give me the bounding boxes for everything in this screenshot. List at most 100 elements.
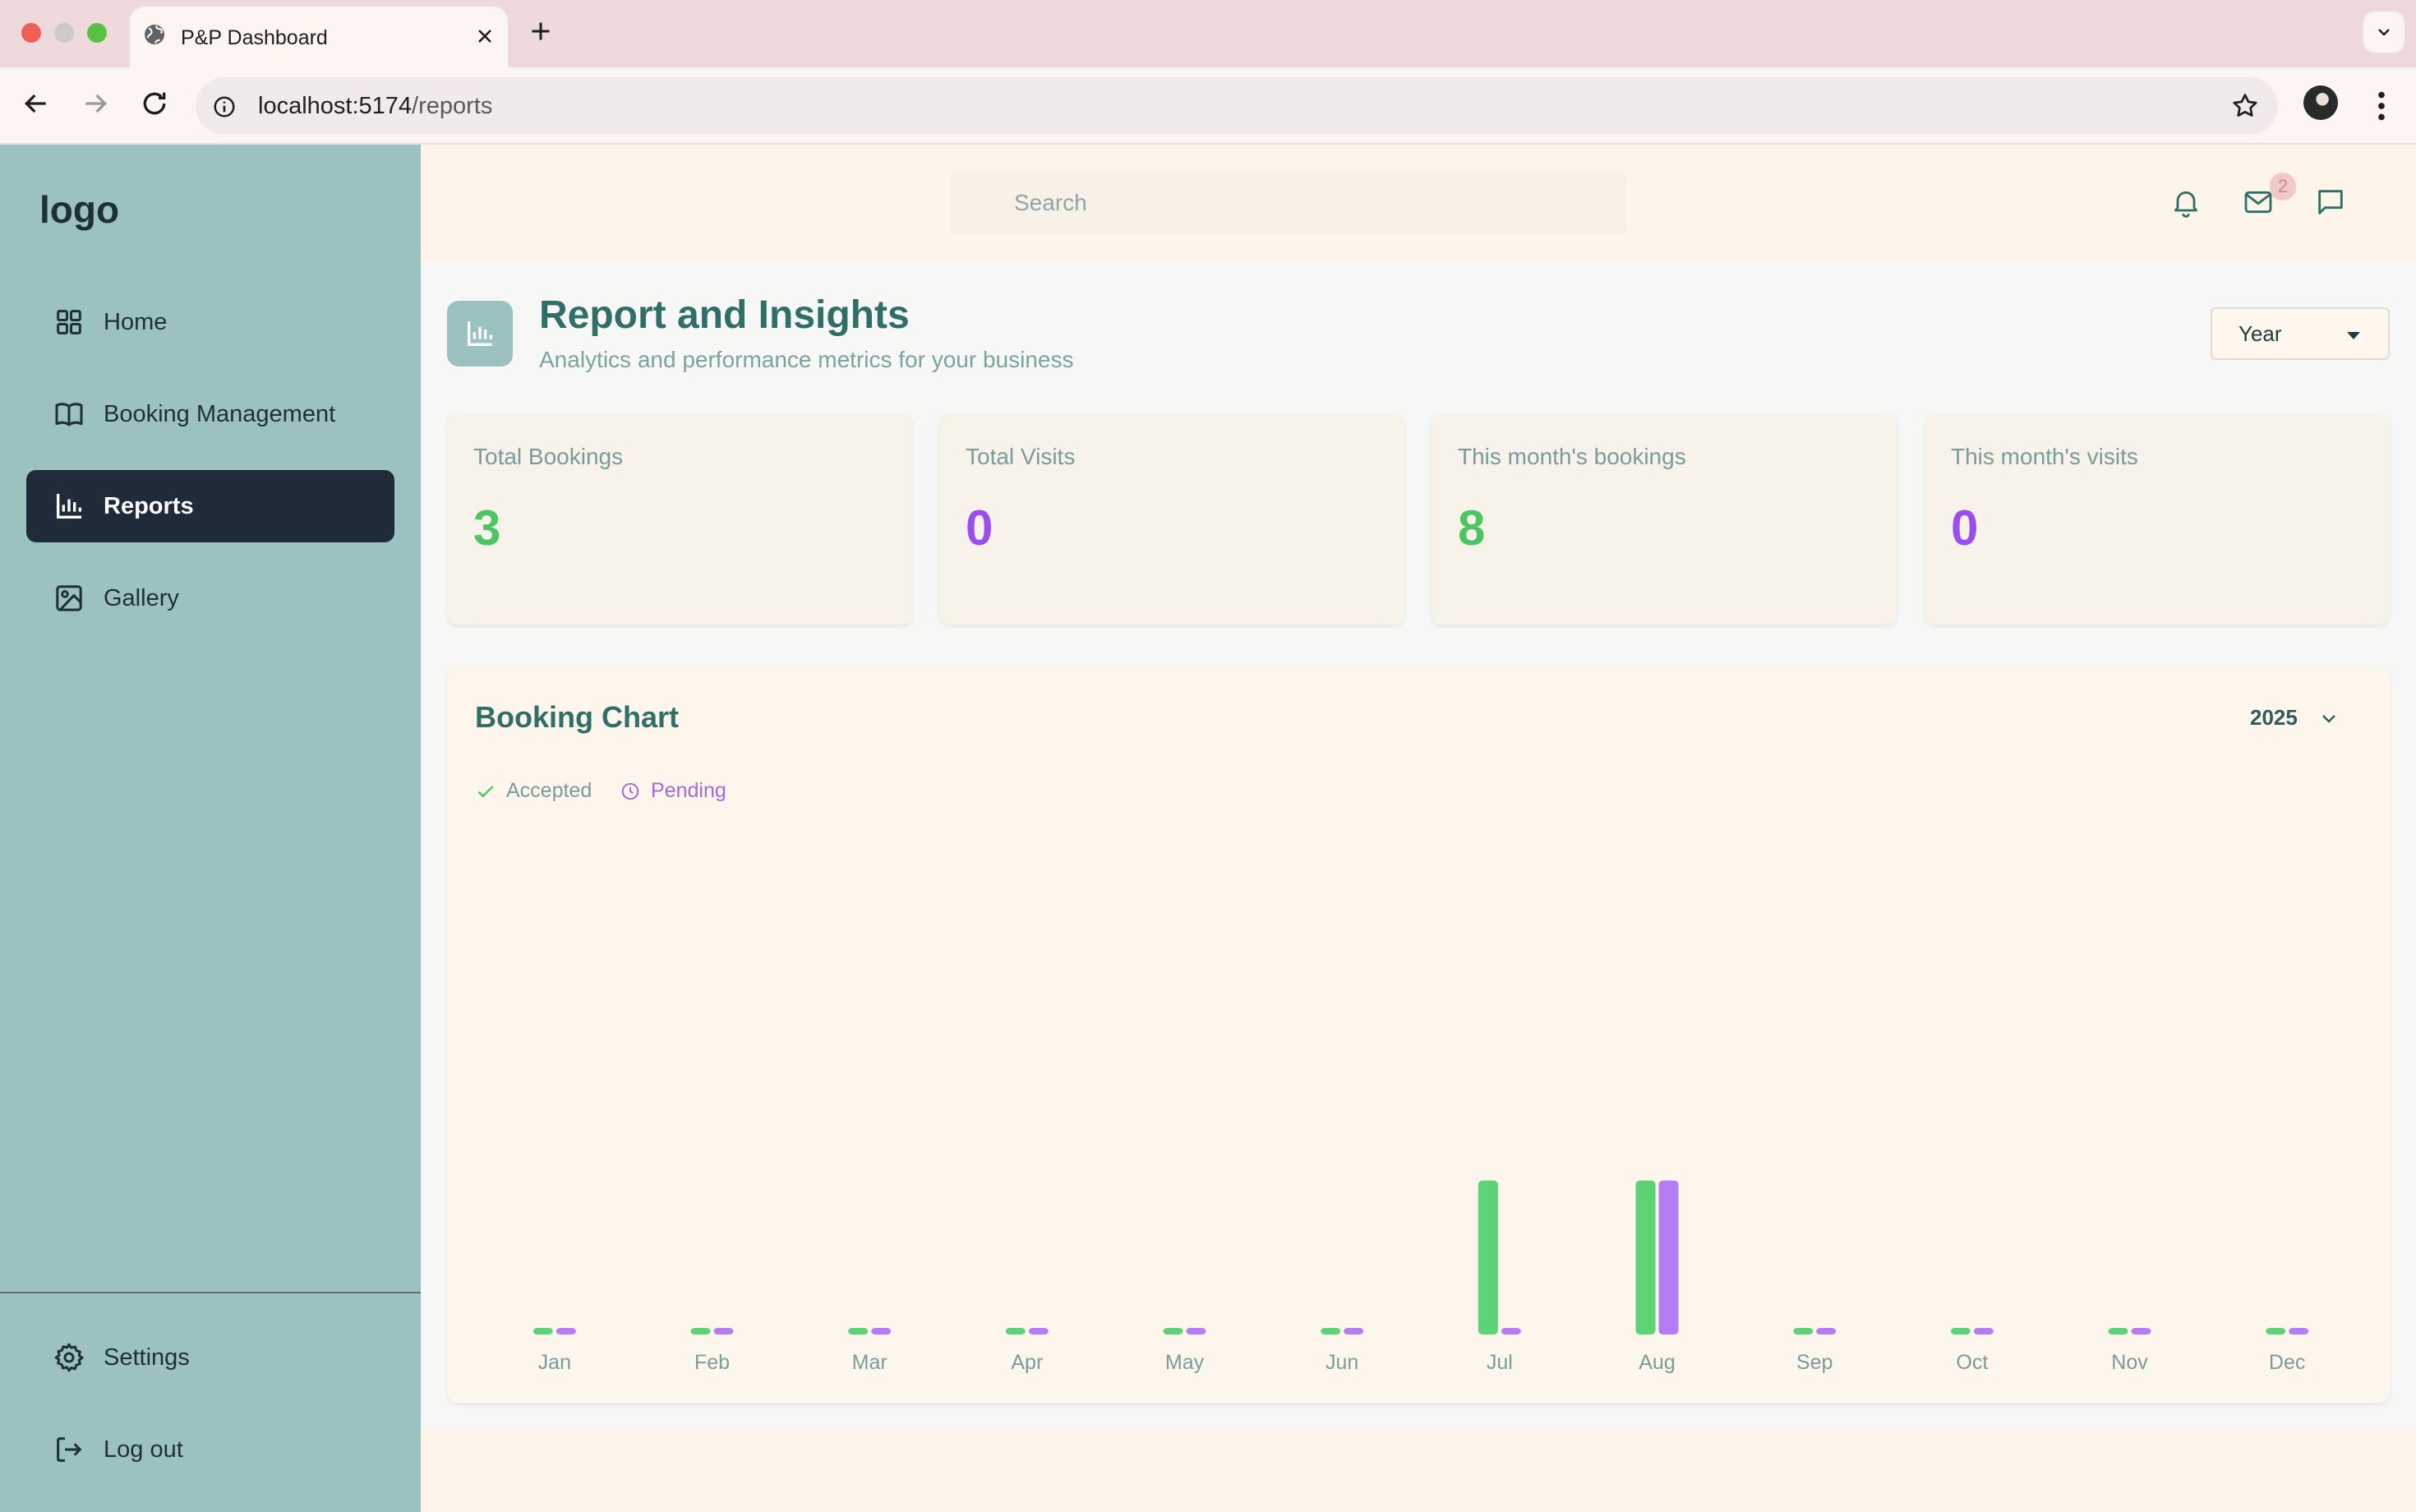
bar-aug-pending[interactable] <box>1658 1180 1679 1335</box>
page-subtitle: Analytics and performance metrics for yo… <box>539 347 1074 372</box>
mail-count-badge: 2 <box>2270 173 2296 201</box>
page-title: Report and Insights <box>539 293 910 337</box>
bar-may-accepted[interactable] <box>1163 1328 1183 1335</box>
bar-mar-pending[interactable] <box>871 1328 892 1335</box>
x-tick-label: Apr <box>1011 1351 1043 1374</box>
period-select-value: Year <box>2238 321 2282 346</box>
bar-apr-pending[interactable] <box>1028 1328 1049 1335</box>
bar-jul-pending[interactable] <box>1501 1328 1521 1335</box>
page-footer-area <box>421 1428 2416 1512</box>
x-tick-label: Sep <box>1796 1351 1833 1374</box>
sidebar-item-label: Gallery <box>104 584 179 611</box>
bar-may-pending[interactable] <box>1186 1328 1206 1335</box>
sidebar-item-booking-management[interactable]: Booking Management <box>26 378 394 450</box>
bar-jul-accepted[interactable] <box>1478 1180 1498 1335</box>
x-tick-label: Nov <box>2111 1351 2148 1374</box>
address-bar[interactable]: localhost:5174/reports <box>196 77 2278 135</box>
x-tick-label: Jul <box>1487 1351 1513 1374</box>
stat-value: 8 <box>1458 500 1486 555</box>
back-arrow-icon[interactable] <box>20 87 53 120</box>
stat-label: This month's bookings <box>1458 444 1686 469</box>
sidebar-item-label: Home <box>104 308 168 335</box>
bell-icon[interactable] <box>2169 186 2202 219</box>
bar-nov-accepted[interactable] <box>2108 1328 2128 1335</box>
bar-feb-pending[interactable] <box>713 1328 734 1335</box>
x-tick-label: Aug <box>1639 1351 1675 1374</box>
more-menu-icon[interactable] <box>2367 87 2396 125</box>
chevron-down-icon <box>2378 29 2390 36</box>
logo: logo <box>39 188 120 231</box>
tab-search-button[interactable] <box>2363 12 2404 53</box>
profile-avatar[interactable] <box>2303 85 2338 120</box>
logout-icon <box>57 1437 82 1462</box>
stat-value: 0 <box>966 500 994 555</box>
zoom-window-button[interactable] <box>87 23 107 43</box>
x-tick-label: Feb <box>694 1351 730 1374</box>
bar-apr-accepted[interactable] <box>1005 1328 1026 1335</box>
stat-card-total-visits: Total Visits 0 <box>939 414 1404 625</box>
stat-value: 0 <box>1951 500 1979 555</box>
message-icon[interactable] <box>2314 186 2347 219</box>
bar-oct-accepted[interactable] <box>1950 1328 1971 1335</box>
bar-aug-accepted[interactable] <box>1635 1180 1656 1335</box>
bar-oct-pending[interactable] <box>1973 1328 1994 1335</box>
stat-value: 3 <box>473 500 501 555</box>
bar-jan-pending[interactable] <box>556 1328 576 1335</box>
x-tick-label: Jan <box>538 1351 571 1374</box>
period-select[interactable]: Year <box>2211 307 2390 360</box>
minimize-window-button[interactable] <box>54 23 74 43</box>
x-tick-label: Oct <box>1956 1351 1988 1374</box>
stat-label: Total Visits <box>966 444 1076 469</box>
browser-tab-strip: P&P Dashboard <box>0 0 2416 69</box>
globe-icon <box>141 21 168 48</box>
sidebar-divider <box>0 1292 421 1293</box>
new-tab-icon[interactable] <box>526 16 556 46</box>
url-path: /reports <box>412 93 493 119</box>
sidebar-item-gallery[interactable]: Gallery <box>26 562 394 634</box>
site-info-icon[interactable] <box>212 94 237 119</box>
sidebar-item-settings[interactable]: Settings <box>26 1321 394 1394</box>
browser-tab[interactable]: P&P Dashboard <box>130 7 508 69</box>
gear-icon <box>54 1343 84 1372</box>
bar-nov-pending[interactable] <box>2131 1328 2151 1335</box>
forward-arrow-icon[interactable] <box>79 87 112 120</box>
x-tick-label: Dec <box>2269 1351 2305 1374</box>
sidebar-item-logout[interactable]: Log out <box>26 1413 394 1486</box>
bar-jan-accepted[interactable] <box>533 1328 553 1335</box>
bar-sep-pending[interactable] <box>1816 1328 1837 1335</box>
sidebar: logo Home Booking Management Reports Gal… <box>0 145 421 1512</box>
bar-mar-accepted[interactable] <box>848 1328 869 1335</box>
search-input[interactable]: Search <box>950 173 1627 233</box>
grid-icon <box>57 310 81 334</box>
bar-chart-icon <box>468 321 492 346</box>
bar-dec-accepted[interactable] <box>2266 1328 2286 1335</box>
stat-card-month-visits: This month's visits 0 <box>1925 414 2390 625</box>
bar-jun-accepted[interactable] <box>1321 1328 1341 1335</box>
stat-label: Total Bookings <box>473 444 624 469</box>
bar-sep-accepted[interactable] <box>1793 1328 1814 1335</box>
stat-card-total-bookings: Total Bookings 3 <box>447 414 912 625</box>
close-window-button[interactable] <box>21 23 41 43</box>
bar-dec-pending[interactable] <box>2289 1328 2309 1335</box>
x-tick-label: Mar <box>852 1351 888 1374</box>
bar-feb-accepted[interactable] <box>690 1328 711 1335</box>
close-icon[interactable] <box>473 25 496 48</box>
book-icon <box>55 403 83 426</box>
bookmark-star-icon[interactable] <box>2230 91 2260 121</box>
stat-card-month-bookings: This month's bookings 8 <box>1432 414 1897 625</box>
sidebar-item-label: Settings <box>104 1344 190 1371</box>
sidebar-item-reports[interactable]: Reports <box>26 470 394 542</box>
reload-icon[interactable] <box>138 87 171 120</box>
sidebar-item-label: Log out <box>104 1436 183 1463</box>
booking-bar-chart: Jan Feb Mar Apr May Jun Jul Aug Sep Oct Nov Dec <box>533 1180 2309 1374</box>
image-icon <box>56 585 82 611</box>
sidebar-item-label: Booking Management <box>104 400 336 427</box>
report-page-icon <box>447 301 513 366</box>
bar-jun-pending[interactable] <box>1344 1328 1364 1335</box>
sidebar-item-home[interactable]: Home <box>26 286 394 358</box>
x-tick-label: May <box>1165 1351 1205 1374</box>
booking-chart-card: Booking Chart 2025 Accepted Pending Jan F… <box>447 667 2390 1404</box>
browser-toolbar: localhost:5174/reports <box>0 67 2416 145</box>
bar-chart-icon <box>57 494 81 519</box>
url-text: localhost:5174/reports <box>258 77 492 135</box>
